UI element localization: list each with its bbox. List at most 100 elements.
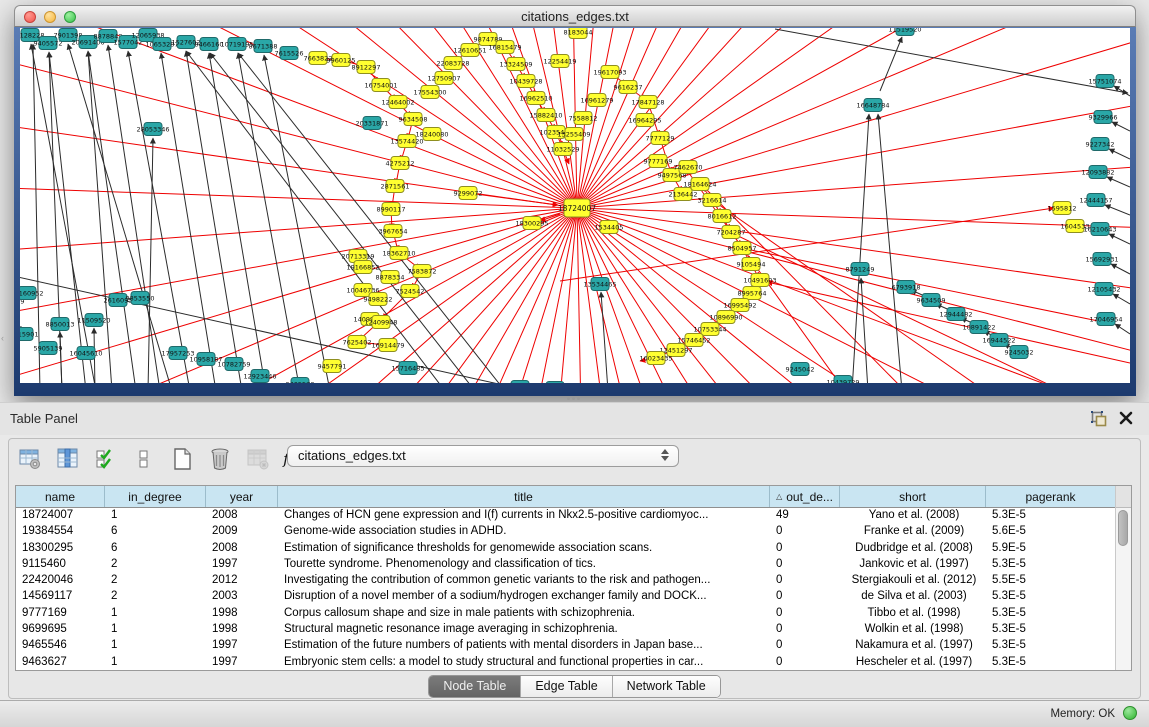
table-cell: Embryonic stem cells: a model to study s… — [278, 655, 770, 671]
table-row[interactable]: 946554611997Estimation of the future num… — [16, 638, 1131, 654]
memory-status-label: Memory: OK — [1050, 708, 1115, 720]
svg-text:20713319: 20713319 — [341, 252, 374, 260]
table-cell: Tibbo et al. (1998) — [840, 606, 986, 622]
svg-text:15716485: 15716485 — [391, 364, 424, 372]
network-graph-canvas[interactable]: 8128228940557279013982069140688788431577… — [20, 28, 1130, 383]
table-cell: Genome-wide association studies in ADHD. — [278, 524, 770, 540]
svg-text:13574420: 13574420 — [390, 137, 423, 145]
unselect-all-icon[interactable] — [131, 446, 157, 472]
svg-text:28053346: 28053346 — [136, 125, 169, 133]
svg-text:7524542: 7524542 — [396, 287, 425, 295]
table-cell: 6 — [105, 524, 206, 540]
column-header-in-degree[interactable]: in_degree — [105, 486, 206, 507]
new-table-icon[interactable] — [169, 446, 195, 472]
tab-network-table[interactable]: Network Table — [613, 676, 720, 697]
table-cell: 0 — [770, 622, 840, 638]
svg-text:9227342: 9227342 — [1086, 140, 1115, 148]
svg-text:18362710: 18362710 — [382, 249, 415, 257]
svg-text:16914479: 16914479 — [371, 341, 404, 349]
table-header-row: namein_degreeyeartitle△out_de...shortpag… — [16, 486, 1131, 508]
table-cell: 5.9E-5 — [986, 541, 1116, 557]
application-window: citations_edges.txt 81282289405572790139… — [0, 0, 1149, 727]
svg-text:7615526: 7615526 — [275, 49, 304, 57]
table-cell: 2009 — [206, 524, 278, 540]
svg-text:6793918: 6793918 — [892, 283, 921, 291]
graph-node[interactable] — [546, 382, 564, 384]
table-row[interactable]: 1938455462009Genome-wide association stu… — [16, 524, 1131, 540]
svg-text:17847128: 17847128 — [631, 98, 664, 106]
tab-node-table[interactable]: Node Table — [429, 676, 521, 697]
table-settings-icon[interactable] — [17, 446, 43, 472]
table-cell: 49 — [770, 508, 840, 524]
table-cell: 9115460 — [16, 557, 105, 573]
vertical-scrollbar[interactable] — [1115, 486, 1131, 670]
memory-status-icon[interactable] — [1123, 706, 1137, 720]
table-row[interactable]: 946362711997Embryonic stem cells: a mode… — [16, 655, 1131, 671]
table-cell: 1997 — [206, 655, 278, 671]
svg-text:12464002: 12464002 — [381, 98, 414, 106]
svg-text:9634509: 9634509 — [917, 296, 946, 304]
collapse-panel-arrow-icon[interactable]: ‹ — [1, 334, 8, 343]
select-column-icon[interactable] — [55, 446, 81, 472]
table-row[interactable]: 1830029562008Estimation of significance … — [16, 541, 1131, 557]
table-cell: 0 — [770, 524, 840, 540]
svg-text:8671388: 8671388 — [249, 42, 278, 50]
table-toolbar: f(x) — [17, 444, 309, 474]
svg-text:8504957: 8504957 — [728, 244, 757, 252]
svg-text:5905139: 5905139 — [34, 344, 63, 352]
svg-text:16045610: 16045610 — [69, 349, 102, 357]
svg-text:1577042: 1577042 — [114, 38, 143, 46]
column-header-year[interactable]: year — [206, 486, 278, 507]
svg-text:18300295: 18300295 — [515, 219, 548, 227]
scrollbar-thumb[interactable] — [1118, 510, 1128, 546]
svg-text:12444157: 12444157 — [1079, 196, 1112, 204]
sort-ascending-icon: △ — [776, 492, 782, 501]
table-cell: Nakamura et al. (1997) — [840, 638, 986, 654]
svg-text:9105494: 9105494 — [737, 260, 766, 268]
table-cell: 5.6E-5 — [986, 524, 1116, 540]
delete-table-icon[interactable] — [207, 446, 233, 472]
float-window-icon[interactable] — [1091, 411, 1107, 427]
svg-text:3967654: 3967654 — [379, 227, 408, 235]
delete-column-icon[interactable] — [245, 446, 271, 472]
table-row[interactable]: 911546021997Tourette syndrome. Phenomeno… — [16, 557, 1131, 573]
table-row[interactable]: 1872400712008Changes of HCN gene express… — [16, 508, 1131, 524]
svg-text:9457791: 9457791 — [318, 362, 347, 370]
table-cell: Tourette syndrome. Phenomenology and cla… — [278, 557, 770, 573]
column-header-out-de-[interactable]: △out_de... — [770, 486, 840, 507]
table-cell: Yano et al. (2008) — [840, 508, 986, 524]
column-header-short[interactable]: short — [840, 486, 986, 507]
table-cell: 0 — [770, 606, 840, 622]
table-cell: 2008 — [206, 541, 278, 557]
svg-text:15751074: 15751074 — [1088, 77, 1121, 85]
svg-text:7558812: 7558812 — [569, 114, 598, 122]
table-selector-dropdown[interactable]: citations_edges.txt — [287, 445, 679, 467]
table-row[interactable]: 2242004622012Investigating the contribut… — [16, 573, 1131, 589]
table-cell: 19384554 — [16, 524, 105, 540]
table-cell: 1 — [105, 655, 206, 671]
table-row[interactable]: 1456911722003Disruption of a novel membe… — [16, 589, 1131, 605]
table-cell: 6 — [105, 541, 206, 557]
column-header-name[interactable]: name — [16, 486, 105, 507]
svg-text:9853550: 9853550 — [126, 294, 155, 302]
table-cell: 2008 — [206, 508, 278, 524]
table-panel-title: Table Panel — [10, 411, 78, 426]
svg-text:10782759: 10782759 — [217, 360, 250, 368]
tab-edge-table[interactable]: Edge Table — [521, 676, 612, 697]
svg-text:16210643: 16210643 — [1083, 225, 1116, 233]
column-header-title[interactable]: title — [278, 486, 770, 507]
close-icon[interactable] — [1119, 411, 1133, 425]
column-header-pagerank[interactable]: pagerank — [986, 486, 1116, 507]
table-cell: 1997 — [206, 638, 278, 654]
network-window-titlebar[interactable]: citations_edges.txt — [14, 5, 1136, 27]
table-row[interactable]: 977716911998Corpus callosum shape and si… — [16, 606, 1131, 622]
table-cell: Structural magnetic resonance image aver… — [278, 622, 770, 638]
select-all-icon[interactable] — [93, 446, 119, 472]
table-cell: 9465546 — [16, 638, 105, 654]
table-row[interactable]: 969969511998Structural magnetic resonanc… — [16, 622, 1131, 638]
svg-text:16754001: 16754001 — [364, 81, 397, 89]
table-cell: Estimation of significance thresholds fo… — [278, 541, 770, 557]
svg-text:16964295: 16964295 — [628, 116, 661, 124]
table-cell: 5.3E-5 — [986, 508, 1116, 524]
svg-text:16961279: 16961279 — [580, 96, 613, 104]
